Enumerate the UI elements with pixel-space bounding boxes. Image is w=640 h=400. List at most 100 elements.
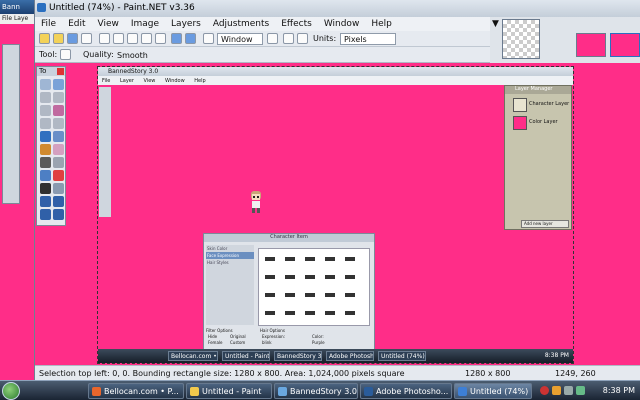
ellipse-select-icon[interactable] bbox=[40, 105, 51, 116]
canvas-task-3: BannedStory 3.0 bbox=[274, 351, 322, 361]
new-file-icon[interactable] bbox=[39, 33, 50, 44]
taskbar-item-label: Untitled - Paint bbox=[202, 387, 262, 396]
taskbar-item-label: Adobe Photosho... bbox=[376, 387, 449, 396]
filter-options-label: Filter Options bbox=[206, 328, 233, 333]
volume-icon[interactable] bbox=[564, 386, 573, 395]
recolor-icon[interactable] bbox=[40, 170, 51, 181]
text-icon[interactable] bbox=[40, 183, 51, 194]
paintnet-logo-icon bbox=[37, 3, 46, 12]
taskbar-item-label: Untitled (74%) - P... bbox=[470, 387, 531, 396]
zoom-in-icon[interactable] bbox=[267, 33, 278, 44]
main-toolbar: Window Units: Pixels bbox=[35, 31, 490, 47]
tray-icon-2[interactable] bbox=[552, 386, 561, 395]
canvas-task-1: Bellocan.com • P... bbox=[168, 351, 218, 361]
status-bar: Selection top left: 0, 0. Bounding recta… bbox=[35, 365, 640, 380]
network-icon[interactable] bbox=[576, 386, 585, 395]
taskbar-item-paintnet[interactable]: Untitled (74%) - P... bbox=[454, 383, 532, 399]
pencil-icon[interactable] bbox=[40, 157, 51, 168]
cut-icon[interactable] bbox=[99, 33, 110, 44]
quality-dropdown[interactable]: Smooth bbox=[113, 49, 173, 61]
redo-icon[interactable] bbox=[185, 33, 196, 44]
canvas-menu-layer: Layer bbox=[119, 78, 134, 84]
zoom-dropdown[interactable]: Window bbox=[217, 33, 263, 45]
menu-adjustments[interactable]: Adjustments bbox=[207, 17, 275, 31]
thumbnail-active[interactable] bbox=[610, 33, 640, 57]
window-title: Untitled (74%) - Paint.NET v3.36 bbox=[49, 3, 195, 13]
menu-file[interactable]: File bbox=[35, 17, 62, 31]
save-file-icon[interactable] bbox=[67, 33, 78, 44]
thumbnail-pink[interactable] bbox=[576, 33, 606, 57]
taskbar-item-bellocan[interactable]: Bellocan.com • P... bbox=[88, 383, 184, 399]
eraser-icon[interactable] bbox=[53, 144, 64, 155]
menu-layers[interactable]: Layers bbox=[165, 17, 207, 31]
pan-icon[interactable] bbox=[53, 118, 64, 129]
bucket-icon[interactable] bbox=[40, 131, 51, 142]
paste-icon[interactable] bbox=[127, 33, 138, 44]
filter-female: Female bbox=[208, 340, 223, 345]
window-titlebar: Untitled (74%) - Paint.NET v3.36 bbox=[35, 0, 640, 17]
layer-name-character: Character Layer bbox=[529, 101, 570, 107]
line-icon[interactable] bbox=[53, 183, 64, 194]
zoom-tool-icon[interactable] bbox=[40, 118, 51, 129]
ruler-icon[interactable] bbox=[297, 33, 308, 44]
expression-value: blink bbox=[262, 340, 272, 345]
zoom-icon[interactable] bbox=[203, 33, 214, 44]
menu-help[interactable]: Help bbox=[365, 17, 398, 31]
color-picker-icon[interactable] bbox=[53, 170, 64, 181]
move-icon[interactable] bbox=[53, 79, 64, 90]
dropdown-arrow-icon[interactable]: ▼ bbox=[492, 19, 499, 29]
layer-thumb-color bbox=[513, 116, 527, 130]
crop-icon[interactable] bbox=[141, 33, 152, 44]
color-value: Purple bbox=[312, 340, 325, 345]
thumbnail-sprite[interactable] bbox=[502, 19, 540, 59]
taskbar-item-bannedstory[interactable]: BannedStory 3.0 bbox=[274, 383, 358, 399]
freeform-icon[interactable] bbox=[53, 209, 64, 220]
canvas-taskbar: Bellocan.com • P... Untitled - Paint Ban… bbox=[98, 349, 573, 363]
hair-options-label: Hair Options bbox=[260, 328, 285, 333]
taskbar-item-photoshop[interactable]: Adobe Photosho... bbox=[360, 383, 452, 399]
menu-image[interactable]: Image bbox=[125, 17, 165, 31]
rect-select-icon[interactable] bbox=[40, 79, 51, 90]
expression-grid bbox=[258, 248, 370, 326]
menu-window[interactable]: Window bbox=[318, 17, 366, 31]
canvas-task-2: Untitled - Paint bbox=[222, 351, 270, 361]
gradient-icon[interactable] bbox=[53, 131, 64, 142]
canvas-app-title: BannedStory 3.0 bbox=[98, 67, 573, 76]
units-dropdown[interactable]: Pixels bbox=[340, 33, 396, 45]
lasso-icon[interactable] bbox=[40, 92, 51, 103]
filter-hide: Hide bbox=[208, 334, 218, 339]
clock[interactable]: 8:38 PM bbox=[603, 386, 635, 395]
ellipse-icon[interactable] bbox=[40, 209, 51, 220]
character-item-title: Character Item bbox=[204, 234, 374, 242]
menu-bar: File Edit View Image Layers Adjustments Effect… bbox=[35, 17, 490, 31]
brush-icon[interactable] bbox=[40, 144, 51, 155]
canvas-menu-file: File bbox=[102, 78, 111, 84]
close-icon[interactable] bbox=[57, 68, 64, 75]
menu-edit[interactable]: Edit bbox=[62, 17, 91, 31]
category-hair: Hair Styles bbox=[207, 260, 229, 265]
copy-icon[interactable] bbox=[113, 33, 124, 44]
print-icon[interactable] bbox=[81, 33, 92, 44]
menu-effects[interactable]: Effects bbox=[275, 17, 318, 31]
open-file-icon[interactable] bbox=[53, 33, 64, 44]
canvas[interactable]: BannedStory 3.0 File Layer View Window H… bbox=[97, 66, 574, 364]
category-skin: Skin Color bbox=[207, 246, 228, 251]
category-face: Face Expression bbox=[206, 252, 254, 259]
taskbar-item-paint[interactable]: Untitled - Paint bbox=[186, 383, 272, 399]
rectangle-icon[interactable] bbox=[40, 196, 51, 207]
menu-view[interactable]: View bbox=[92, 17, 125, 31]
grid-icon[interactable] bbox=[283, 33, 294, 44]
tray-icon-1[interactable] bbox=[540, 386, 549, 395]
taskbar-item-label: BannedStory 3.0 bbox=[290, 387, 357, 396]
clone-icon[interactable] bbox=[53, 157, 64, 168]
deselect-icon[interactable] bbox=[155, 33, 166, 44]
current-tool-icon[interactable] bbox=[60, 49, 71, 60]
move-selection-icon[interactable] bbox=[53, 92, 64, 103]
tool-options-bar: Tool: Quality: Smooth bbox=[35, 47, 490, 63]
magic-wand-icon[interactable] bbox=[53, 105, 64, 116]
undo-icon[interactable] bbox=[171, 33, 182, 44]
selection-info: Selection top left: 0, 0. Bounding recta… bbox=[39, 369, 405, 378]
rounded-rect-icon[interactable] bbox=[53, 196, 64, 207]
start-button[interactable] bbox=[2, 382, 20, 400]
taskbar-item-label: Bellocan.com • P... bbox=[104, 387, 179, 396]
